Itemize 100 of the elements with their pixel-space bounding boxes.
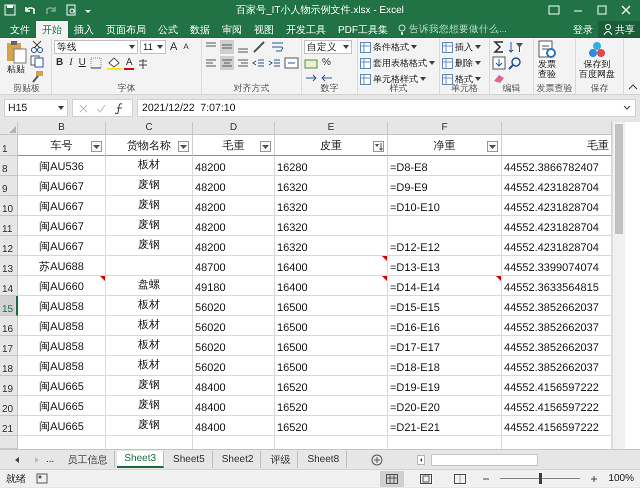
row-header[interactable]: 11 (0, 216, 18, 236)
underline-button[interactable]: U (76, 56, 88, 70)
sheet-tab[interactable]: Sheet2 (214, 451, 262, 468)
find-icon[interactable] (508, 56, 522, 70)
row-header[interactable]: 10 (0, 196, 18, 216)
row-header[interactable]: 20 (0, 396, 18, 416)
paste-button[interactable]: 粘贴 (4, 40, 28, 74)
dropdown-arrow-icon[interactable] (157, 45, 163, 49)
share-button[interactable]: 共享 (598, 21, 640, 38)
merge-center-icon[interactable] (284, 56, 300, 70)
dropdown-arrow-icon[interactable] (58, 106, 64, 110)
row-header[interactable]: 12 (0, 236, 18, 256)
align-center-icon[interactable] (220, 56, 234, 70)
save-icon[interactable] (4, 4, 16, 16)
wrap-text-icon[interactable] (270, 40, 286, 54)
dropdown-arrow-icon[interactable] (129, 45, 135, 49)
new-sheet-icon[interactable] (371, 454, 384, 466)
column-header[interactable]: B (18, 122, 106, 135)
table-grid-icon[interactable] (360, 74, 371, 84)
font-size-dropdown[interactable]: 11 (140, 40, 166, 54)
fill-color-icon[interactable] (106, 56, 122, 70)
percent-button[interactable]: % (320, 56, 333, 70)
cut-icon[interactable] (30, 40, 44, 53)
horizontal-scrollbar[interactable] (431, 454, 538, 466)
undo-icon[interactable] (23, 4, 37, 16)
row-header[interactable]: 13 (0, 256, 18, 276)
maximize-icon[interactable] (596, 5, 608, 15)
sheet-tab[interactable]: Sheet5 (166, 451, 213, 468)
row-header[interactable]: 1 (0, 135, 18, 156)
row-header[interactable]: 17 (0, 336, 18, 356)
fill-down-icon[interactable] (492, 56, 506, 70)
row-header[interactable]: 14 (0, 276, 18, 296)
column-header[interactable]: D (193, 122, 275, 135)
caret-icon[interactable] (475, 61, 481, 65)
row-header[interactable]: 21 (0, 416, 18, 436)
document-search-icon[interactable] (537, 40, 557, 59)
filter-button[interactable] (260, 141, 271, 152)
ribbon-tab[interactable]: 视图 (248, 21, 280, 38)
ribbon-tab[interactable]: 文件 (4, 21, 36, 38)
zoom-slider-thumb[interactable] (539, 473, 542, 484)
normal-view-button[interactable] (380, 470, 404, 486)
increase-decimal-icon[interactable] (304, 72, 318, 84)
sheet-tab[interactable]: 评级 (263, 451, 298, 468)
table-grid-icon[interactable] (360, 58, 371, 68)
ribbon-tab[interactable]: 数据 (184, 21, 216, 38)
vertical-scrollbar[interactable] (612, 122, 625, 449)
table-grid-icon[interactable] (442, 58, 453, 68)
grow-font-button[interactable]: A (168, 40, 180, 54)
table-grid-icon[interactable] (442, 42, 453, 52)
dropdown-arrow-icon[interactable] (343, 45, 349, 49)
close-icon[interactable] (620, 5, 632, 15)
ribbon-command[interactable]: 删除 (442, 56, 481, 70)
row-header[interactable]: 19 (0, 376, 18, 396)
font-color-button[interactable]: A (124, 56, 134, 70)
ribbon-display-icon[interactable] (548, 5, 560, 15)
filter-button[interactable] (487, 141, 498, 152)
row-header[interactable]: 9 (0, 176, 18, 196)
cloud-logo-icon[interactable] (587, 40, 607, 59)
row-header[interactable]: 8 (0, 156, 18, 176)
scroll-left-icon[interactable] (14, 456, 20, 464)
grid-view-icon[interactable] (386, 474, 398, 484)
more-sheets-button[interactable]: ... (42, 454, 58, 465)
ribbon-command[interactable]: 套用表格格式 (360, 56, 435, 70)
ribbon-tab[interactable]: 公式 (152, 21, 184, 38)
print-preview-icon[interactable] (65, 4, 77, 16)
page-view-icon[interactable] (420, 474, 432, 484)
caret-icon[interactable] (475, 77, 481, 81)
row-header[interactable]: 18 (0, 356, 18, 376)
ribbon-tab[interactable]: 页面布局 (100, 21, 152, 38)
sheet-tab[interactable]: Sheet8 (300, 451, 348, 468)
page-break-icon[interactable] (454, 474, 466, 484)
ribbon-tab[interactable]: 开发工具 (280, 21, 332, 38)
scroll-left-icon[interactable] (417, 454, 426, 464)
name-box[interactable]: H15 (4, 99, 68, 117)
ribbon-large-button[interactable]: 保存到 百度网盘 (578, 40, 616, 79)
currency-icon[interactable] (304, 56, 318, 70)
filter-button[interactable] (178, 141, 189, 152)
zoom-level[interactable]: 100% (608, 473, 634, 484)
ribbon-tab[interactable]: 审阅 (216, 21, 248, 38)
italic-button[interactable]: I (67, 56, 75, 70)
copy-icon[interactable] (30, 55, 44, 68)
caret-icon[interactable] (429, 61, 435, 65)
ribbon-command[interactable]: 条件格式 (360, 40, 435, 54)
column-header[interactable]: E (275, 122, 388, 135)
decrease-decimal-icon[interactable] (320, 72, 334, 84)
ribbon-tab[interactable]: 开始 (36, 21, 68, 38)
sign-in-link[interactable]: 登录 (568, 21, 598, 38)
row-header[interactable]: 15 (0, 296, 18, 316)
collapse-ribbon-icon[interactable] (628, 83, 638, 91)
sheet-tab[interactable]: 员工信息 (60, 451, 116, 468)
tell-me-field[interactable]: 告诉我您想要做什么... (398, 21, 521, 38)
ribbon-tab[interactable]: PDF工具集 (332, 21, 394, 38)
sheet-tab[interactable]: Sheet3 (117, 451, 164, 468)
caret-icon[interactable] (411, 45, 417, 49)
sum-icon[interactable] (492, 40, 506, 54)
number-format-dropdown[interactable]: 自定义 (304, 40, 352, 54)
format-painter-icon[interactable] (30, 70, 44, 83)
formula-field[interactable]: 2021/12/22 7:07:10 (137, 99, 636, 117)
caret-icon[interactable] (420, 77, 426, 81)
macro-record-icon[interactable] (36, 473, 48, 484)
